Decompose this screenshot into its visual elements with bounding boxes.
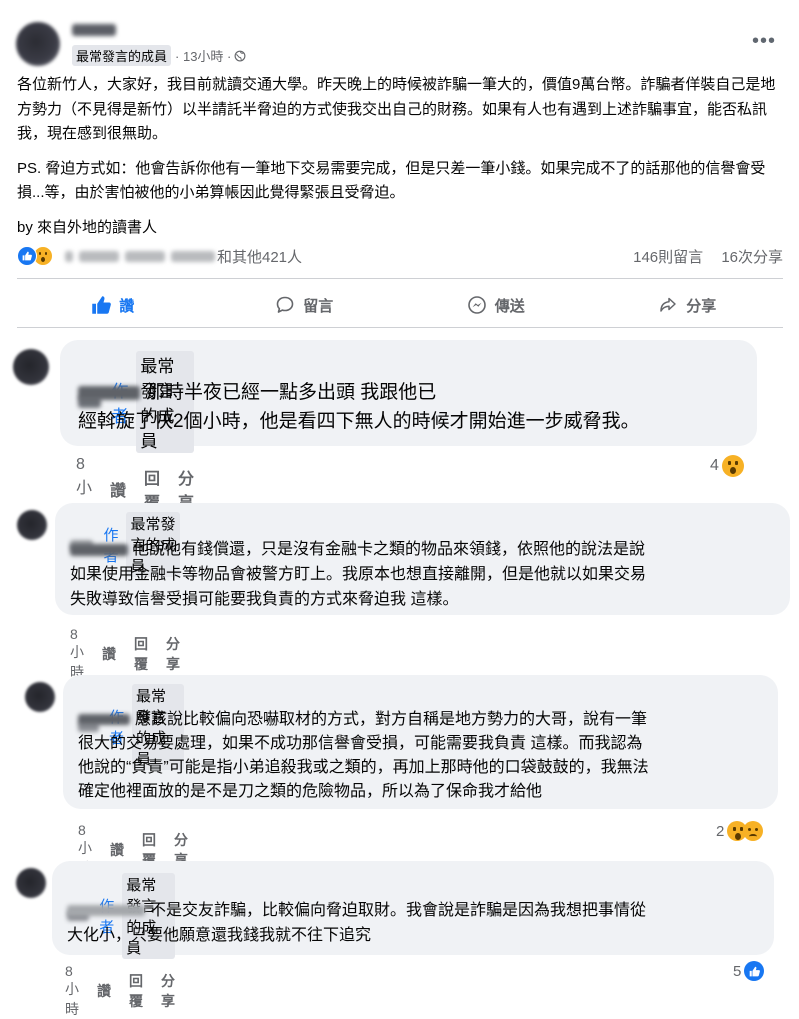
- comment-like-button[interactable]: 讚: [102, 644, 116, 664]
- member-badge: 最常發言的成員: [72, 45, 172, 66]
- post-signature: by 來自外地的讀書人: [17, 218, 158, 236]
- commenter-avatar[interactable]: [13, 349, 49, 385]
- comment-like-button[interactable]: 讚: [110, 477, 126, 501]
- wow-reaction-icon: [721, 455, 744, 477]
- comment-text: 那時半夜已經一點多出頭 我跟他已 經斡旋了快2個小時，他是看四下無人的時候才開始…: [78, 382, 640, 432]
- engagement-counts: 146則留言 16次分享: [619, 246, 783, 267]
- mentioned-name-redacted[interactable]: [78, 714, 130, 726]
- comment-reactions[interactable]: 4: [710, 455, 744, 477]
- share-button[interactable]: 分享: [592, 285, 784, 325]
- comment-reply-button[interactable]: 回覆: [129, 971, 143, 1011]
- comment-reply-button[interactable]: 回覆: [134, 634, 148, 674]
- commenter-avatar[interactable]: [16, 868, 46, 898]
- like-reaction-icon: [744, 961, 765, 981]
- commenter-avatar[interactable]: [25, 682, 55, 712]
- divider: [17, 278, 783, 279]
- post-author-name-redacted[interactable]: [72, 23, 116, 41]
- messenger-icon: [467, 296, 486, 314]
- like-reaction-icon: [17, 246, 37, 266]
- comment-text: 他說他有錢償還，只是沒有金融卡之類的物品來領錢，依照他的說法是說 如果使用金融卡…: [70, 541, 647, 608]
- sad-reaction-icon: [743, 821, 764, 841]
- thumbs-up-icon: [92, 296, 112, 314]
- comment-text: 應該說比較偏向恐嚇取材的方式，對方自稱是地方勢力的大哥，說有一筆 很大的交易要處…: [78, 711, 649, 800]
- post-meta: 最常發言的成員 · 13小時 ·: [72, 45, 246, 66]
- share-arrow-icon: [660, 297, 676, 312]
- comment-actions: 8小時 讚 回覆 分享: [65, 963, 193, 1019]
- comment-time[interactable]: 8小時: [70, 626, 84, 682]
- reaction-count: 4: [710, 457, 719, 474]
- comment-reactions[interactable]: 5: [733, 961, 765, 981]
- reactor-names-redacted[interactable]: 和其他421人: [65, 246, 302, 267]
- comment-text: 不是交友詐騙，比較偏向脅迫取財。我會說是詐騙是因為我想把事情從 大化小，只要他願…: [67, 902, 647, 944]
- comment-share-button[interactable]: 分享: [161, 971, 175, 1011]
- commenter-avatar[interactable]: [17, 510, 47, 540]
- shares-count[interactable]: 16次分享: [721, 249, 783, 266]
- post-time[interactable]: · 13小時 ·: [175, 46, 231, 65]
- like-button[interactable]: 讚: [17, 285, 209, 325]
- post-paragraph: 各位新竹人，大家好，我目前就讀交通大學。昨天晚上的時候被詐騙一筆大的，價值9萬台…: [17, 76, 776, 142]
- globe-icon: [234, 50, 246, 61]
- reaction-icons[interactable]: [17, 246, 53, 266]
- send-button[interactable]: 傳送: [400, 285, 592, 325]
- comments-count[interactable]: 146則留言: [633, 249, 703, 266]
- comment-time[interactable]: 8小時: [65, 963, 79, 1019]
- post-action-bar: 讚 留言 傳送 分享: [17, 285, 783, 325]
- comment-button[interactable]: 留言: [209, 285, 401, 325]
- more-horizontal-icon[interactable]: •••: [752, 30, 776, 53]
- post-author-avatar[interactable]: [16, 22, 60, 66]
- comment-like-button[interactable]: 讚: [97, 981, 111, 1001]
- reaction-count: 2: [716, 822, 725, 840]
- comment-actions: 8小時 讚 回覆 分享: [70, 626, 198, 682]
- divider: [17, 327, 783, 328]
- mentioned-name-redacted[interactable]: [67, 905, 145, 917]
- comment-icon: [276, 296, 294, 313]
- reaction-summary: 和其他421人 146則留言 16次分享: [17, 244, 783, 268]
- reactor-others[interactable]: 和其他421人: [217, 246, 302, 267]
- mentioned-name-redacted[interactable]: [78, 385, 140, 400]
- post-paragraph: PS. 脅迫方式如：他會告訴你他有一筆地下交易需要完成，但是只差一筆小錢。如果完…: [17, 159, 766, 202]
- comment-like-button[interactable]: 讚: [110, 840, 124, 860]
- comment-share-button[interactable]: 分享: [166, 634, 180, 674]
- reaction-count: 5: [733, 962, 742, 980]
- post-body: 各位新竹人，大家好，我目前就讀交通大學。昨天晚上的時候被詐騙一筆大的，價值9萬台…: [17, 73, 783, 250]
- post-header: 最常發言的成員 · 13小時 · •••: [16, 14, 786, 74]
- comment-reactions[interactable]: 2: [716, 821, 764, 841]
- mentioned-name-redacted[interactable]: [70, 543, 128, 556]
